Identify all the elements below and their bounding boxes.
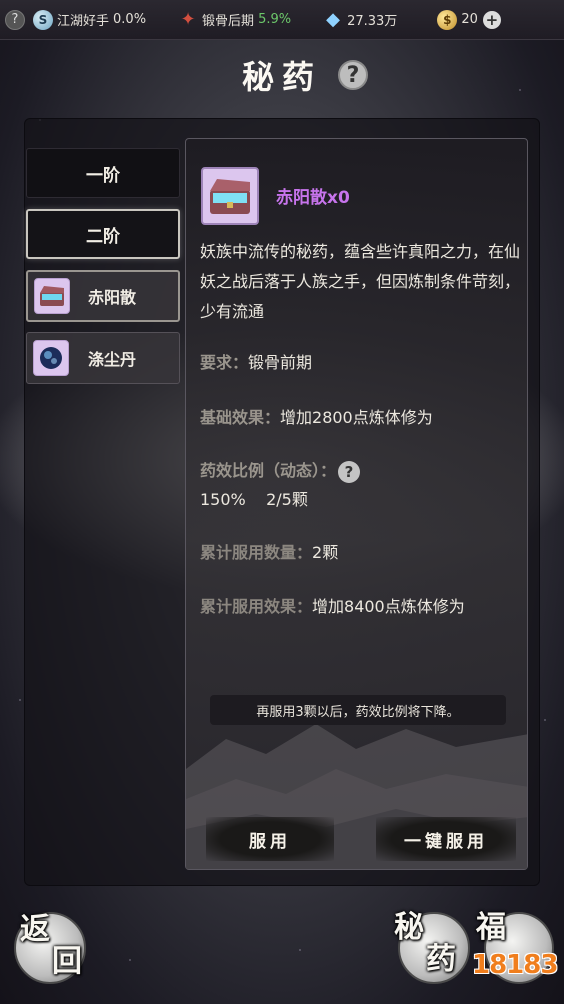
stage-value: 5.9% [258, 12, 292, 27]
item-description: 妖族中流传的秘药，蕴含些许真阳之力，在仙妖之战后落于人族之手，但因炼制条件苛刻，… [200, 242, 521, 321]
item-label: 涤尘丹 [87, 350, 136, 369]
back-label-top: 返 [20, 912, 50, 947]
back-label-bottom: 回 [52, 944, 82, 979]
watermark-logo: 18183 [472, 950, 558, 980]
requirement-label: 要求： [200, 353, 249, 372]
total-effect-value: 增加8400点炼体修为 [312, 597, 465, 616]
coin-status: $ 20 + [437, 9, 501, 30]
chest-icon [34, 278, 70, 314]
list-item-chiyangsan[interactable]: 赤阳散 [26, 270, 180, 322]
orb-icon [33, 340, 69, 376]
crystal-icon: ◆ [326, 9, 341, 30]
currency-status: ◆ 27.33万 [323, 9, 398, 30]
detail-panel: 赤阳散x0 妖族中流传的秘药，蕴含些许真阳之力，在仙妖之战后落于人族之手，但因炼… [185, 138, 528, 870]
use-all-button[interactable]: 一键服用 [376, 817, 516, 861]
chest-icon [201, 167, 259, 225]
tab-tier-1[interactable]: 一阶 [26, 148, 180, 198]
question-icon[interactable]: ? [338, 60, 368, 90]
requirement-value: 锻骨前期 [248, 353, 313, 372]
use-button[interactable]: 服用 [206, 817, 334, 861]
base-effect-value: 增加2800点炼体修为 [280, 408, 433, 427]
ratio-value: 150% 2/5颗 [200, 490, 308, 509]
total-count-label: 累计服用数量： [200, 543, 313, 562]
top-status-bar: ? S 江湖好手 0.0% ✦ 锻骨后期 5.9% ◆ 27.33万 $ 20 … [0, 0, 564, 40]
question-icon[interactable]: ? [5, 9, 25, 30]
base-effect-row: 基础效果：增加2800点炼体修为 [200, 404, 520, 428]
stage-status: ✦ 锻骨后期 5.9% [178, 9, 292, 30]
medicine-label-bottom: 药 [426, 942, 456, 977]
yin-yang-icon: S [33, 9, 53, 30]
realm-status: S 江湖好手 0.0% [33, 9, 147, 30]
total-effect-label: 累计服用效果： [200, 597, 313, 616]
coin-value: 20 [461, 12, 478, 27]
realm-value: 0.0% [113, 12, 147, 27]
medicine-label-top: 秘 [394, 910, 424, 945]
tab-tier-2[interactable]: 二阶 [26, 209, 180, 259]
page-title: 秘药 [241, 58, 322, 96]
total-effect-row: 累计服用效果：增加8400点炼体修为 [200, 593, 520, 617]
list-item-dichendan[interactable]: 涤尘丹 [26, 332, 180, 384]
total-count-row: 累计服用数量：2颗 [200, 539, 520, 563]
item-title: 赤阳散x0 [276, 188, 350, 208]
base-effect-label: 基础效果： [200, 408, 281, 427]
requirement-row: 要求：锻骨前期 [200, 349, 520, 373]
ratio-row: 药效比例（动态）：? [200, 457, 520, 483]
stage-name: 锻骨后期 [202, 14, 255, 29]
bone-emblem-icon: ✦ [180, 9, 196, 30]
question-icon[interactable]: ? [338, 460, 361, 483]
diminish-notice: 再服用3颗以后，药效比例将下降。 [210, 695, 506, 725]
ratio-label: 药效比例（动态）： [200, 461, 337, 480]
currency-value: 27.33万 [347, 14, 398, 29]
total-count-value: 2颗 [312, 543, 339, 562]
realm-name: 江湖好手 [57, 14, 110, 29]
gold-coin-icon: $ [437, 9, 458, 30]
fortune-label: 福 [476, 910, 506, 945]
item-label: 赤阳散 [87, 288, 136, 307]
plus-icon[interactable]: + [482, 10, 501, 29]
